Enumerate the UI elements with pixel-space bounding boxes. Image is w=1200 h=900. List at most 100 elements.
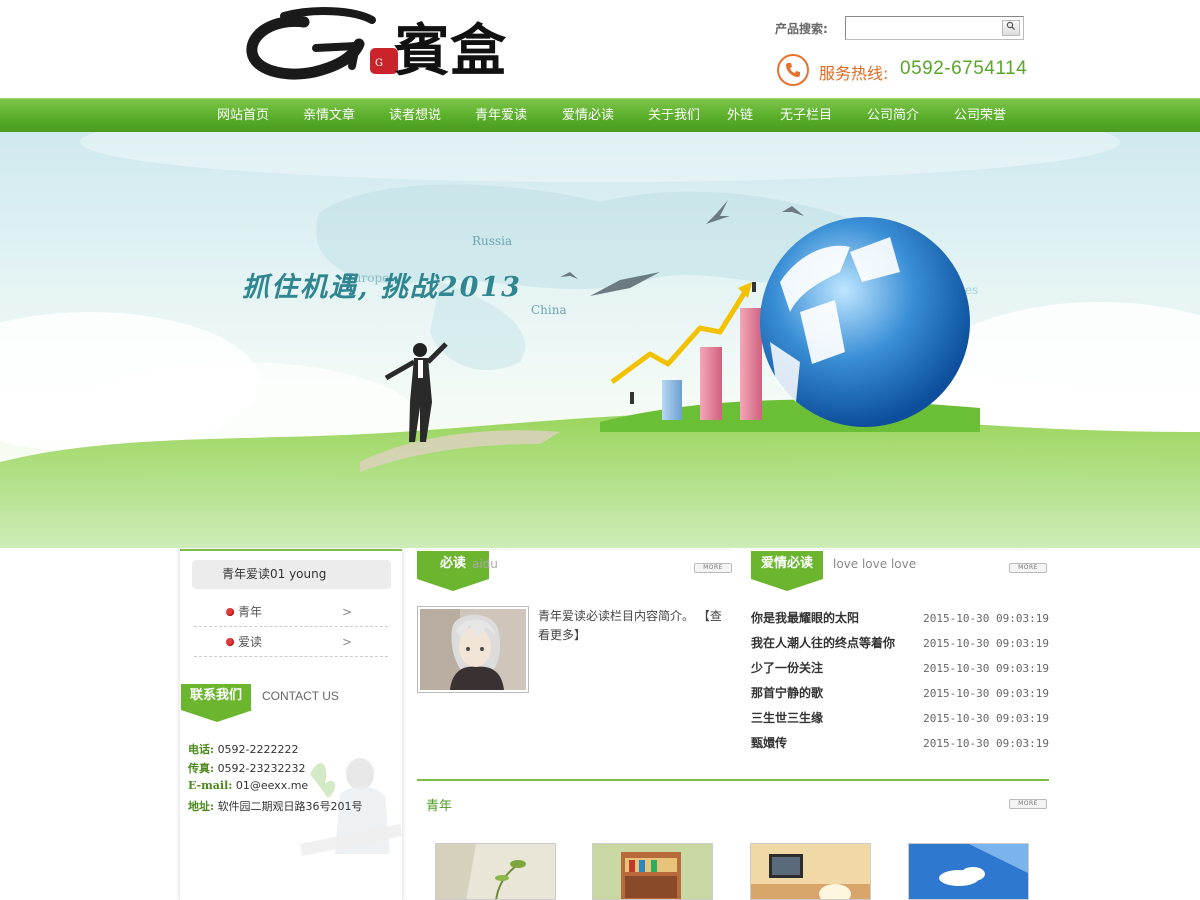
search-button[interactable] [1002, 20, 1020, 36]
news-title[interactable]: 那首宁静的歌 [751, 681, 823, 706]
love-divider [751, 549, 1049, 550]
fax-value: 0592-23232232 [217, 762, 306, 775]
sidebar-divider [180, 549, 402, 551]
nav-item-youth[interactable]: 青年爱读 [475, 99, 527, 132]
bullet-icon [226, 608, 234, 616]
map-label-china: China [531, 303, 567, 317]
plant-photo [436, 844, 555, 899]
sky-photo [909, 844, 1028, 899]
young-photo[interactable] [592, 843, 713, 900]
news-item[interactable]: 你是我最耀眼的太阳 2015-10-30 09:03:19 [751, 606, 1049, 631]
chevron-right-icon: > [341, 635, 352, 649]
logo-image: G 賓盒 [246, 7, 507, 84]
news-item[interactable]: 少了一份关注 2015-10-30 09:03:19 [751, 656, 1049, 681]
news-date: 2015-10-30 09:03:19 [923, 612, 1049, 625]
hotline-number[interactable]: 0592-6754114 [900, 58, 1027, 80]
contact-tab-label: 联系我们 [189, 688, 242, 703]
email-label: E-mail: [188, 779, 233, 792]
bidu-thumbnail[interactable] [417, 606, 529, 693]
site-logo[interactable]: G 賓盒 [244, 4, 554, 84]
hero-banner[interactable]: Russia Europe China States 抓住机遇, [0, 132, 1200, 548]
nav-item-about[interactable]: 关于我们 [648, 99, 700, 132]
contact-subtitle: CONTACT US [262, 689, 339, 703]
news-title[interactable]: 少了一份关注 [751, 656, 823, 681]
nav-item-honor[interactable]: 公司荣誉 [954, 99, 1006, 132]
more-button-label: MORE [1018, 564, 1038, 571]
news-item[interactable]: 三生世三生缘 2015-10-30 09:03:19 [751, 706, 1049, 731]
young-photo[interactable] [435, 843, 556, 900]
tab-dot-icon [783, 585, 788, 590]
nav-item-love[interactable]: 爱情必读 [562, 99, 614, 132]
love-tab-label: 爱情必读 [760, 556, 813, 571]
hotline-label: 服务热线: [819, 64, 889, 83]
magnifier-icon [1006, 21, 1016, 31]
news-date: 2015-10-30 09:03:19 [923, 687, 1049, 700]
email-value[interactable]: 01@eexx.me [236, 779, 308, 792]
young-more-button[interactable]: MORE [1009, 799, 1047, 809]
banner-illustration: Russia Europe China States [0, 132, 1200, 548]
bookshelf-illustration [593, 844, 712, 899]
phone-label: 电话: [188, 743, 215, 756]
map-label-russia: Russia [472, 234, 512, 248]
main-nav: 网站首页 亲情文章 读者想说 青年爱读 爱情必读 关于我们 外链 无子栏目 公司… [0, 98, 1200, 132]
young-photo[interactable] [750, 843, 871, 900]
search-label: 产品搜索: [775, 22, 828, 36]
contact-email: E-mail: 01@eexx.me [188, 779, 308, 792]
bullet-icon [226, 638, 234, 646]
love-subtitle: love love love [833, 557, 917, 571]
nav-item-links[interactable]: 外链 [727, 99, 753, 132]
svg-text:賓盒: 賓盒 [394, 18, 507, 80]
svg-text:G: G [375, 58, 383, 69]
news-title[interactable]: 甄嬛传 [751, 731, 787, 756]
news-date: 2015-10-30 09:03:19 [923, 712, 1049, 725]
nav-item-home[interactable]: 网站首页 [217, 99, 269, 132]
bidu-more-button[interactable]: MORE [694, 563, 732, 573]
contact-fax: 传真: 0592-23232232 [188, 760, 306, 776]
phone-value: 0592-2222222 [217, 743, 299, 756]
banner-slogan: 抓住机遇, 挑战2013 [242, 272, 522, 303]
fax-label: 传真: [188, 762, 215, 775]
news-item[interactable]: 那首宁静的歌 2015-10-30 09:03:19 [751, 681, 1049, 706]
search-field [845, 16, 1024, 40]
search-input[interactable] [848, 19, 1000, 37]
love-more-button[interactable]: MORE [1009, 563, 1047, 573]
category-title: 青年爱读01 young [192, 560, 391, 589]
young-photo[interactable] [908, 843, 1029, 900]
news-date: 2015-10-30 09:03:19 [923, 662, 1049, 675]
contact-tab: 联系我们 [181, 684, 253, 722]
tab-dot-icon [449, 585, 454, 590]
news-date: 2015-10-30 09:03:19 [923, 637, 1049, 650]
young-section-title: 青年 [426, 799, 453, 814]
young-divider [417, 779, 1049, 781]
news-date: 2015-10-30 09:03:19 [923, 737, 1049, 750]
bidu-subtitle: aidu [472, 557, 498, 571]
category-item-label: 爱读 [238, 635, 263, 649]
contact-phone: 电话: 0592-2222222 [188, 741, 299, 757]
room-illustration [751, 844, 870, 899]
news-title[interactable]: 你是我最耀眼的太阳 [751, 606, 859, 631]
phone-icon [777, 54, 809, 86]
news-title[interactable]: 三生世三生缘 [751, 706, 823, 731]
love-tab: 爱情必读 [751, 551, 823, 591]
address-label: 地址: [188, 800, 215, 813]
nav-item-readers[interactable]: 读者想说 [389, 99, 441, 132]
news-item[interactable]: 我在人潮人往的终点等着你 2015-10-30 09:03:19 [751, 631, 1049, 656]
category-item-read[interactable]: 爱读 > [194, 627, 388, 657]
anime-portrait-image [420, 609, 526, 690]
news-item[interactable]: 甄嬛传 2015-10-30 09:03:19 [751, 731, 1049, 756]
site-header: G 賓盒 产品搜索: 服务热线: 0592-6754114 [0, 0, 1200, 98]
nav-item-company[interactable]: 公司简介 [867, 99, 919, 132]
left-sidebar: 青年爱读01 young 青年 > 爱读 > 联系我们 CONTACT US 电… [179, 549, 403, 900]
more-button-label: MORE [1018, 800, 1038, 807]
chevron-right-icon: > [341, 605, 352, 619]
category-item-youth[interactable]: 青年 > [194, 597, 388, 627]
tab-dot-icon [213, 716, 218, 721]
more-button-label: MORE [703, 564, 723, 571]
category-item-label: 青年 [238, 605, 263, 619]
nav-item-no-sub[interactable]: 无子栏目 [780, 99, 832, 132]
bidu-divider [417, 549, 732, 550]
news-title[interactable]: 我在人潮人往的终点等着你 [751, 631, 895, 656]
contact-address: 地址: 软件园二期观日路36号201号 [188, 798, 363, 814]
nav-item-family[interactable]: 亲情文章 [303, 99, 355, 132]
bidu-intro[interactable]: 青年爱读必读栏目内容简介。 【查看更多】 [538, 607, 730, 645]
